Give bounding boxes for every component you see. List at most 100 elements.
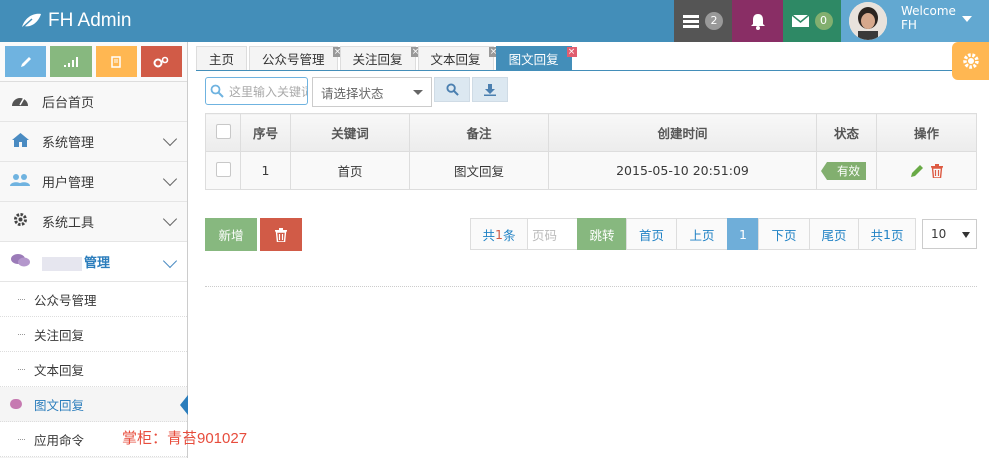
tab-label: 关注回复 (352, 52, 403, 67)
current-page[interactable]: 1 (727, 218, 759, 250)
search-icon (445, 83, 459, 96)
next-page-button[interactable]: 下页 (758, 218, 810, 250)
sidebar-item-dashboard[interactable]: 后台首页 (0, 82, 187, 122)
chevron-down-icon (162, 131, 178, 147)
sidebar-item-label: 系统管理 (42, 136, 95, 151)
data-table: 序号 关键词 备注 创建时间 状态 操作 1 首页 图文回复 2015-05-1… (205, 113, 977, 190)
first-page-button[interactable]: 首页 (626, 218, 677, 250)
sidebar-subitem-label: 应用命令 (34, 432, 85, 448)
shortcut-pencil-button[interactable] (5, 46, 47, 77)
status-select-value: 请选择状态 (321, 85, 384, 101)
edit-icon[interactable] (910, 164, 924, 178)
pagination: 共1条 页码 跳转 首页 上页 1 下页 尾页 共1页 (470, 218, 916, 250)
table-header-row: 序号 关键词 备注 创建时间 状态 操作 (205, 113, 977, 152)
sidebar-subitem-accounts[interactable]: 公众号管理 (0, 282, 187, 317)
sidebar-item-label: 管理 (84, 256, 111, 271)
go-button[interactable]: 跳转 (577, 218, 627, 250)
sidebar-item-label: 用户管理 (42, 176, 95, 191)
signal-icon (63, 56, 78, 67)
last-page-button[interactable]: 尾页 (809, 218, 859, 250)
gear-icon (962, 53, 979, 69)
sidebar-subitem-label: 公众号管理 (34, 292, 97, 308)
sidebar-subitem-label: 文本回复 (34, 362, 85, 378)
status-badge: 有效 (821, 161, 866, 180)
cogs-icon (153, 56, 169, 67)
envelope-icon (791, 15, 809, 27)
row-checkbox[interactable] (215, 161, 231, 177)
leaf-icon (21, 13, 41, 29)
shortcut-book-button[interactable] (95, 46, 137, 77)
sidebar-item-wechat[interactable]: 管理 (0, 242, 187, 282)
column-header: 备注 (409, 113, 549, 152)
tab-text-reply[interactable]: 文本回复 × (417, 46, 499, 70)
sidebar-subitem-text-reply[interactable]: 文本回复 (0, 352, 187, 387)
caret-down-icon (962, 232, 970, 238)
home-icon (10, 132, 30, 151)
total-count: 1 (495, 226, 503, 242)
add-button[interactable]: 新增 (205, 218, 257, 251)
search-input[interactable]: 这里输入关键词 (205, 77, 308, 105)
status-select[interactable]: 请选择状态 (312, 77, 432, 107)
close-icon[interactable]: × (566, 47, 577, 57)
prev-page-button[interactable]: 上页 (676, 218, 728, 250)
sidebar-item-tools[interactable]: 系统工具 (0, 202, 187, 242)
column-header: 关键词 (290, 113, 410, 152)
comments-icon (10, 253, 30, 271)
column-header: 状态 (816, 113, 877, 152)
sidebar: 后台首页 系统管理 用户管理 系统工具 管理 公众号管理 关注回复 文本回复 图… (0, 42, 188, 458)
caret-down-icon (413, 90, 423, 95)
sidebar-subitem-follow-reply[interactable]: 关注回复 (0, 317, 187, 352)
active-indicator (180, 395, 188, 415)
delete-button[interactable] (260, 218, 302, 251)
divider (205, 286, 977, 287)
tasks-badge: 2 (705, 12, 723, 30)
table-row: 1 首页 图文回复 2015-05-10 20:51:09 有效 (205, 151, 977, 190)
tab-follow-reply[interactable]: 关注回复 × (339, 46, 421, 70)
tab-label: 公众号管理 (262, 52, 325, 67)
sidebar-item-system[interactable]: 系统管理 (0, 122, 187, 162)
shortcut-signal-button[interactable] (50, 46, 92, 77)
top-navbar: FH Admin 2 0 Welcome FH (0, 0, 989, 42)
sidebar-item-label: 后台首页 (42, 96, 95, 111)
search-icon (210, 84, 224, 98)
cell-remark: 图文回复 (409, 151, 549, 190)
settings-button[interactable] (952, 42, 989, 80)
page-size-select[interactable]: 10 (922, 219, 977, 249)
app-title: FH Admin (48, 10, 132, 31)
brand[interactable]: FH Admin (20, 0, 131, 42)
total-records: 共1条 (470, 218, 528, 250)
chevron-down-icon (162, 171, 178, 187)
column-header: 操作 (876, 113, 977, 152)
pencil-icon (20, 56, 31, 67)
cog-icon (10, 212, 30, 231)
column-header: 序号 (240, 113, 291, 152)
search-placeholder: 这里输入关键词 (229, 84, 308, 99)
sidebar-item-users[interactable]: 用户管理 (0, 162, 187, 202)
tab-home[interactable]: 主页 (196, 46, 248, 70)
tab-label: 图文回复 (508, 52, 559, 67)
search-button[interactable] (434, 77, 470, 102)
notifications-button[interactable] (732, 0, 783, 42)
user-menu[interactable]: Welcome FH (841, 0, 989, 42)
page-input-placeholder: 页码 (532, 227, 558, 243)
shortcut-cogs-button[interactable] (140, 46, 182, 77)
select-all-checkbox[interactable] (215, 123, 231, 139)
tab-label: 主页 (209, 52, 235, 67)
watermark-text: 掌柜：青苔901027 (122, 430, 248, 447)
cell-created: 2015-05-10 20:51:09 (548, 151, 817, 190)
user-name: FH (901, 18, 917, 32)
tab-image-reply[interactable]: 图文回复 × (495, 46, 577, 70)
total-pages: 共1页 (858, 218, 916, 250)
tab-bar: 主页 公众号管理 × 关注回复 × 文本回复 × 图文回复 × (196, 46, 577, 70)
tab-divider (196, 70, 952, 71)
add-button-label: 新增 (218, 228, 244, 243)
page-input[interactable]: 页码 (527, 218, 578, 250)
tab-accounts[interactable]: 公众号管理 × (249, 46, 343, 70)
mail-button[interactable]: 0 (783, 0, 841, 42)
chevron-down-icon (162, 253, 178, 269)
tasks-button[interactable]: 2 (674, 0, 732, 42)
trash-icon[interactable] (931, 164, 944, 179)
export-button[interactable] (472, 77, 508, 102)
sidebar-subitem-image-reply[interactable]: 图文回复 (0, 387, 188, 422)
tasks-icon (683, 15, 699, 28)
